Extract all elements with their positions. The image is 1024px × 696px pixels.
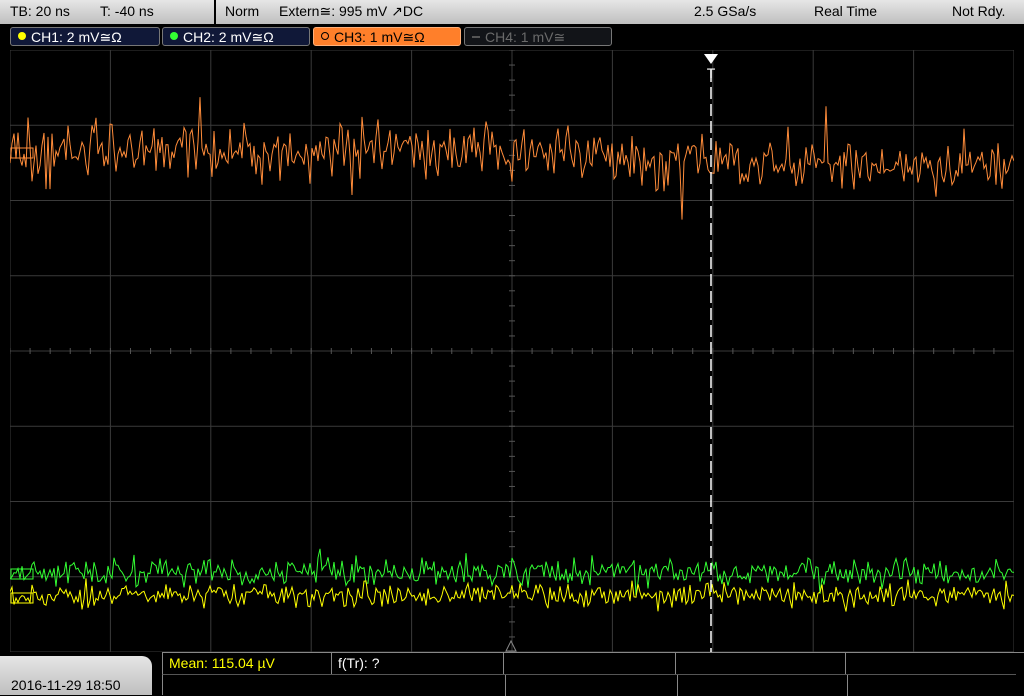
channel-3-dot-icon (321, 32, 329, 40)
channel-3-label: CH3: 1 mV≅Ω (334, 29, 425, 45)
channel-4-button[interactable]: CH4: 1 mV≅ (464, 27, 612, 46)
trigger-panel[interactable]: Norm Extern≅: 995 mV ↗DC 2.5 GSa/s Real … (216, 0, 1024, 24)
trigger-position-readout: T: -40 ns (100, 3, 154, 19)
channel-3-button[interactable]: CH3: 1 mV≅Ω (313, 27, 461, 46)
channel-2-label: CH2: 2 mV≅Ω (183, 29, 274, 45)
channel-4-dot-icon (472, 36, 480, 38)
sample-rate: 2.5 GSa/s (694, 3, 757, 19)
channel-bar: CH1: 2 mV≅Ω CH2: 2 mV≅Ω CH3: 1 mV≅Ω CH4:… (0, 24, 1024, 50)
timebase-readout: TB: 20 ns (10, 3, 70, 19)
meas-cell-mean: Mean: 115.04 µV (162, 653, 332, 674)
channel-2-dot-icon (170, 32, 178, 40)
acquisition-mode: Real Time (814, 3, 878, 19)
freq-readout: f(Tr): ? (338, 655, 380, 671)
trigger-label: T (707, 65, 716, 81)
acquisition-status: Not Rdy. (952, 3, 1006, 19)
meas-cell-empty-3 (846, 653, 1016, 674)
status-bar: TB: 20 ns T: -40 ns Norm Extern≅: 995 mV… (0, 0, 1024, 24)
datetime-text: 2016-11-29 18:50 (11, 677, 121, 693)
trigger-source: Extern≅: 995 mV ↗DC (279, 3, 424, 19)
mean-readout: Mean: 115.04 µV (169, 655, 275, 671)
meas-cell-freq: f(Tr): ? (332, 653, 504, 674)
measurement-table[interactable]: Mean: 115.04 µV f(Tr): ? (162, 652, 1024, 696)
meas-cell-empty-2 (676, 653, 846, 674)
timebase-panel[interactable]: TB: 20 ns T: -40 ns (0, 0, 214, 24)
trigger-mode: Norm (225, 3, 260, 19)
measurement-bar: 2016-11-29 18:50 Mean: 115.04 µV f(Tr): … (0, 652, 1024, 696)
channel-1-button[interactable]: CH1: 2 mV≅Ω (10, 27, 160, 46)
channel-2-button[interactable]: CH2: 2 mV≅Ω (162, 27, 310, 46)
channel-4-label: CH4: 1 mV≅ (485, 29, 566, 45)
meas-row-2 (162, 674, 1016, 696)
channel-1-label: CH1: 2 mV≅Ω (31, 29, 122, 45)
waveform-display[interactable]: T (10, 50, 1014, 652)
meas-cell-empty-1 (504, 653, 676, 674)
channel-1-dot-icon (18, 32, 26, 40)
datetime-panel[interactable]: 2016-11-29 18:50 (0, 656, 152, 695)
